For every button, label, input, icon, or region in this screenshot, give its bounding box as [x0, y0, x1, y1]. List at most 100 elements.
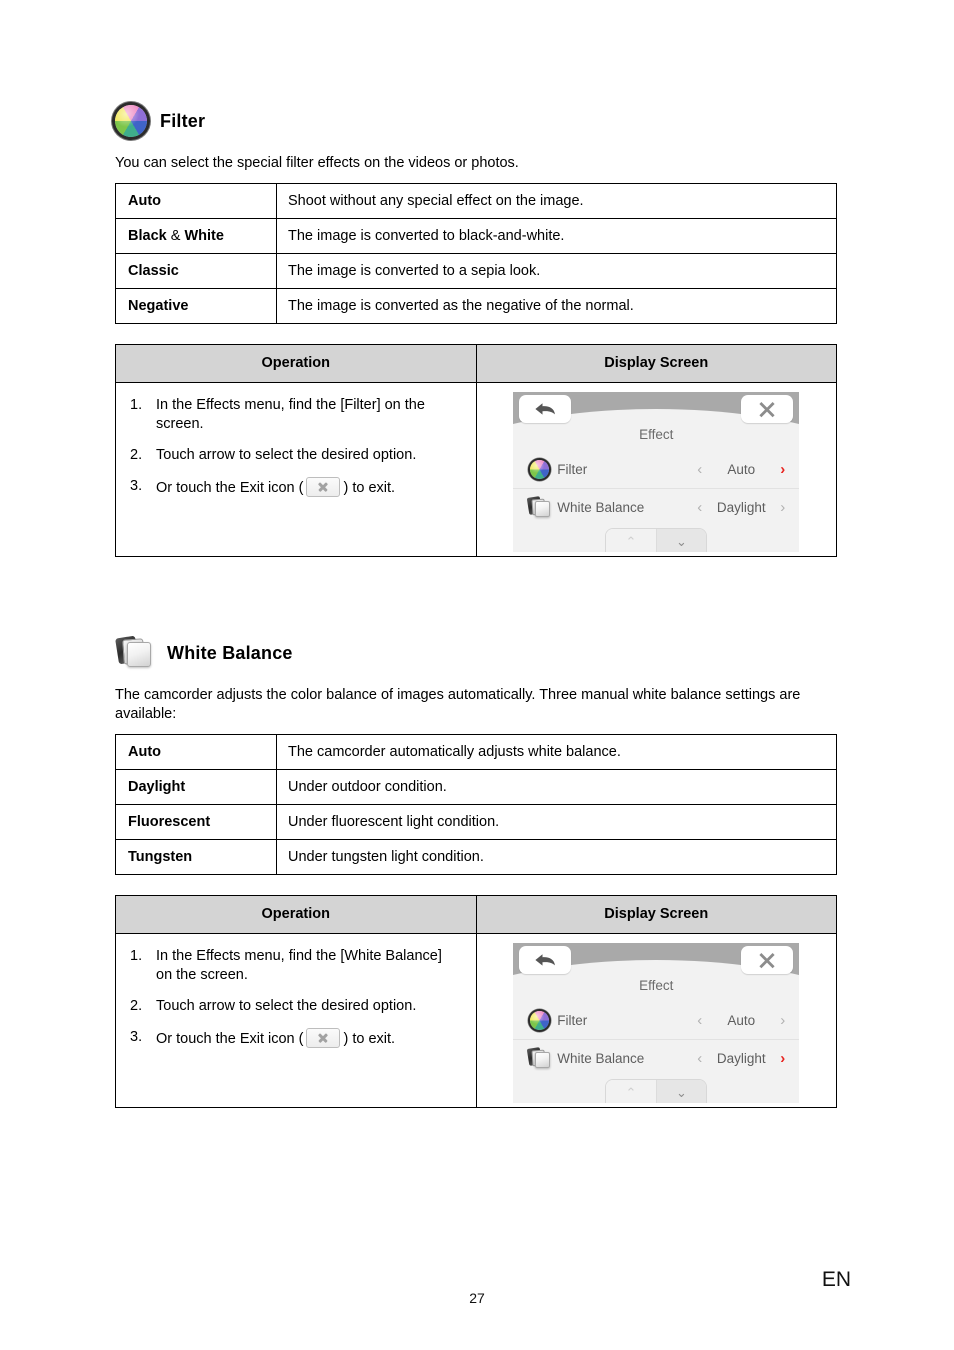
device-screen-white-balance: Effect Filter ‹ Auto › White Balance ‹ D… [513, 943, 800, 1103]
page-number: 27 [469, 1290, 485, 1306]
chevron-right-icon[interactable]: › [778, 1051, 787, 1066]
screen-row-value: Daylight [716, 1051, 766, 1066]
chevron-right-icon[interactable]: › [778, 500, 787, 515]
list-item: 2. Touch arrow to select the desired opt… [130, 997, 462, 1016]
operation-steps-list: 1. In the Effects menu, find the [Filter… [130, 396, 462, 498]
language-code: EN [821, 1268, 851, 1291]
term-cell: Black & White [115, 218, 277, 254]
close-x-icon[interactable] [741, 946, 794, 974]
screen-row-value: Auto [727, 461, 756, 477]
table-row: Tungsten Under tungsten light condition. [115, 839, 837, 875]
column-header-display-screen: Display Screen [475, 895, 837, 934]
step-text-before: Or touch the Exit icon ( [156, 1031, 304, 1047]
term-cell: Auto [115, 183, 277, 219]
step-number: 3. [130, 478, 143, 494]
chevron-up-icon[interactable]: ⌃ [606, 1080, 656, 1103]
step-text: In the Effects menu, find the [Filter] o… [156, 397, 425, 432]
operation-cell: 1. In the Effects menu, find the [White … [115, 933, 477, 1108]
display-screen-cell: Effect Filter ‹ Auto › White Balance ‹ D… [475, 382, 837, 557]
close-x-icon[interactable] [741, 395, 794, 423]
table-row: Black & White The image is converted to … [115, 218, 837, 254]
color-wheel-icon [521, 1010, 557, 1030]
chevron-down-icon[interactable]: ⌄ [655, 529, 707, 552]
color-wheel-icon [521, 459, 557, 479]
filter-intro-text: You can select the special filter effect… [115, 155, 519, 171]
card-stack-icon [521, 496, 557, 518]
table-header-row: Operation Display Screen [115, 895, 837, 934]
white-balance-terms-table: Auto The camcorder automatically adjusts… [115, 734, 837, 875]
chevron-down-icon[interactable]: ⌄ [655, 1080, 707, 1103]
term-cell: Tungsten [115, 839, 277, 875]
screen-row-label: White Balance [557, 1051, 645, 1066]
screen-row-label: White Balance [557, 500, 645, 515]
card-stack-icon [521, 1047, 557, 1069]
step-text: In the Effects menu, find the [White Bal… [156, 948, 442, 983]
step-text-after: ) to exit. [343, 1031, 396, 1047]
step-text-after: ) to exit. [343, 480, 396, 496]
term-cell: Classic [115, 253, 277, 289]
card-stack-icon [115, 635, 153, 670]
description-cell: Under fluorescent light condition. [276, 804, 837, 840]
screen-row-filter[interactable]: Filter ‹ Auto › [513, 1001, 799, 1039]
screen-row-filter[interactable]: Filter ‹ Auto › [513, 450, 799, 488]
table-row: Auto The camcorder automatically adjusts… [115, 734, 837, 770]
chevron-left-icon[interactable]: ‹ [695, 1013, 704, 1028]
screen-row-value: Auto [727, 1012, 756, 1028]
term-cell: Auto [115, 734, 277, 770]
term-part-bold-suffix: White [184, 228, 224, 244]
step-number: 1. [130, 397, 143, 413]
filter-operation-table: Operation Display Screen 1. In the Effec… [115, 344, 837, 557]
chevron-right-icon[interactable]: › [778, 462, 787, 477]
back-arrow-icon[interactable] [519, 946, 572, 974]
list-item: 1. In the Effects menu, find the [White … [130, 947, 462, 985]
list-item: 1. In the Effects menu, find the [Filter… [130, 396, 462, 434]
table-row: Daylight Under outdoor condition. [115, 769, 837, 805]
list-item: 2. Touch arrow to select the desired opt… [130, 446, 462, 465]
term-part-ampersand: & [170, 228, 181, 244]
step-text-before: Or touch the Exit icon ( [156, 480, 304, 496]
screen-pager[interactable]: ⌃ ⌄ [605, 1079, 708, 1103]
screen-row-white-balance[interactable]: White Balance ‹ Daylight › [513, 1039, 800, 1077]
term-part-bold: Black [128, 228, 167, 244]
screen-row-label: Filter [557, 1012, 588, 1028]
page-title: Filter [160, 110, 206, 131]
exit-icon [306, 1028, 341, 1048]
chevron-up-icon[interactable]: ⌃ [606, 529, 656, 552]
list-item: 3. Or touch the Exit icon ( ) to exit. [130, 477, 462, 498]
operation-cell: 1. In the Effects menu, find the [Filter… [115, 382, 477, 557]
step-number: 2. [130, 998, 143, 1014]
white-balance-intro-text: The camcorder adjusts the color balance … [115, 687, 801, 722]
chevron-right-icon[interactable]: › [778, 1013, 787, 1028]
step-text: Touch arrow to select the desired option… [156, 998, 417, 1014]
table-header-row: Operation Display Screen [115, 344, 837, 383]
description-cell: The image is converted as the negative o… [276, 288, 837, 324]
back-arrow-icon[interactable] [519, 395, 572, 423]
section-heading-filter: Filter [115, 105, 205, 137]
term-cell: Fluorescent [115, 804, 277, 840]
table-row: 1. In the Effects menu, find the [White … [115, 933, 837, 1108]
operation-steps-list: 1. In the Effects menu, find the [White … [130, 947, 462, 1049]
description-cell: Under outdoor condition. [276, 769, 837, 805]
screen-row-white-balance[interactable]: White Balance ‹ Daylight › [513, 488, 800, 526]
chevron-left-icon[interactable]: ‹ [695, 462, 704, 477]
step-text: Touch arrow to select the desired option… [156, 447, 417, 463]
manual-page: Filter You can select the special filter… [0, 0, 954, 1350]
description-cell: The image is converted to a sepia look. [276, 253, 837, 289]
chevron-left-icon[interactable]: ‹ [695, 1051, 704, 1066]
term-cell: Negative [115, 288, 277, 324]
table-row: Negative The image is converted as the n… [115, 288, 837, 324]
term-cell: Daylight [115, 769, 277, 805]
screen-row-label: Filter [557, 461, 588, 477]
screen-row-value: Daylight [716, 500, 766, 515]
description-cell: The camcorder automatically adjusts whit… [276, 734, 837, 770]
step-number: 2. [130, 447, 143, 463]
column-header-operation: Operation [115, 895, 477, 934]
description-cell: Under tungsten light condition. [276, 839, 837, 875]
screen-title: Effect [639, 427, 674, 442]
table-row: 1. In the Effects menu, find the [Filter… [115, 382, 837, 557]
table-row: Auto Shoot without any special effect on… [115, 183, 837, 219]
color-wheel-icon [115, 105, 147, 137]
display-screen-cell: Effect Filter ‹ Auto › White Balance ‹ D… [475, 933, 837, 1108]
screen-pager[interactable]: ⌃ ⌄ [605, 528, 708, 552]
chevron-left-icon[interactable]: ‹ [695, 500, 704, 515]
